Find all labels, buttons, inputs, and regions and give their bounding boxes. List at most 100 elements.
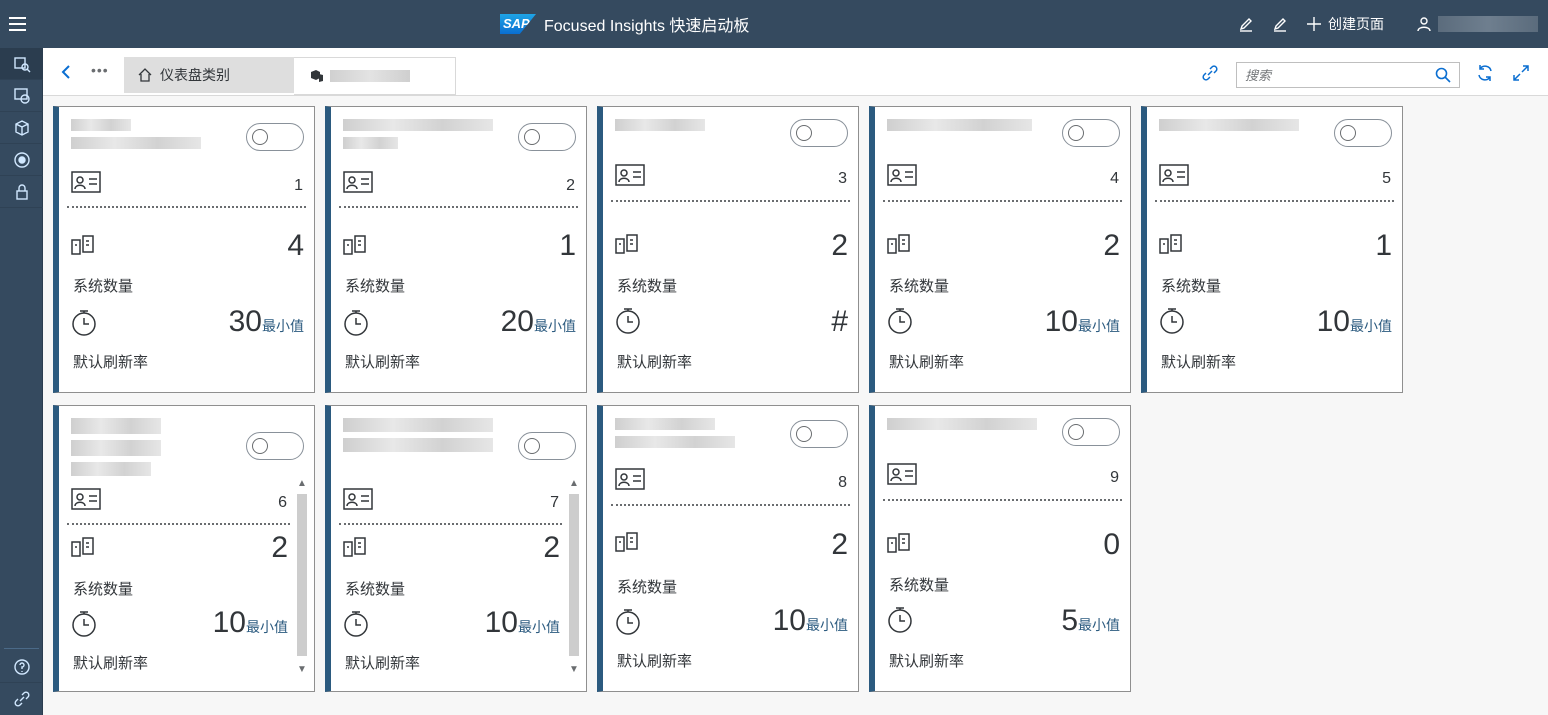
- scroll-thumb[interactable]: [569, 494, 579, 656]
- refresh-rate: 30最小值: [228, 305, 304, 338]
- refresh-rate-label: 默认刷新率: [73, 354, 149, 371]
- user-menu[interactable]: [1416, 16, 1538, 32]
- timer-icon: [343, 309, 369, 342]
- tile-name-redacted: [615, 119, 765, 155]
- app-title: Focused Insights 快速启动板: [544, 18, 750, 35]
- nav-help[interactable]: [0, 651, 43, 683]
- dashboard-tile[interactable]: 6 2 系统数量 10最小值 默认刷新率 ▲ ▼: [53, 405, 315, 692]
- dashboard-tile[interactable]: 3 2 系统数量 # 默认刷新率: [597, 106, 859, 393]
- scroll-up-icon[interactable]: ▲: [296, 478, 308, 490]
- tile-name-redacted: [887, 119, 1037, 155]
- system-count: 2: [831, 229, 848, 262]
- system-count-label: 系统数量: [73, 581, 134, 598]
- more-breadcrumbs-icon[interactable]: •••: [91, 62, 109, 78]
- nav-link[interactable]: [0, 683, 43, 715]
- systems-icon: [343, 235, 367, 262]
- tile-id: 3: [838, 170, 847, 187]
- system-count-label: 系统数量: [889, 278, 950, 295]
- dashboard-tile[interactable]: 1 4 系统数量 30最小值 默认刷新率: [53, 106, 315, 393]
- systems-icon: [887, 234, 911, 261]
- link-icon[interactable]: [1202, 64, 1218, 86]
- system-count: 2: [271, 531, 288, 564]
- nav-lock[interactable]: [0, 176, 43, 208]
- scroll-thumb[interactable]: [297, 494, 307, 656]
- left-navigation: [0, 48, 43, 715]
- favorite-toggle[interactable]: [790, 420, 848, 448]
- refresh-rate: 20最小值: [500, 305, 576, 338]
- nav-world[interactable]: [0, 80, 43, 112]
- id-card-icon: [887, 463, 917, 490]
- favorite-toggle[interactable]: [1062, 119, 1120, 147]
- timer-icon: [343, 610, 369, 643]
- divider: [611, 200, 850, 202]
- system-count-label: 系统数量: [1161, 278, 1222, 295]
- link-icon: [13, 691, 30, 707]
- tile-name-redacted: [615, 418, 765, 454]
- create-page-button[interactable]: 创建页面: [1306, 14, 1384, 34]
- user-icon: [1417, 17, 1431, 32]
- dashboard-tile[interactable]: 5 1 系统数量 10最小值 默认刷新率: [1141, 106, 1403, 393]
- tile-scrollbar[interactable]: ▲ ▼: [294, 478, 310, 676]
- help-icon: [13, 658, 30, 675]
- divider: [883, 499, 1122, 501]
- dashboard-tile[interactable]: 7 2 系统数量 10最小值 默认刷新率 ▲ ▼: [325, 405, 587, 692]
- favorite-toggle[interactable]: [1334, 119, 1392, 147]
- lock-icon: [15, 183, 28, 200]
- refresh-rate: 10最小值: [212, 606, 288, 639]
- dashboard-tile[interactable]: 9 0 系统数量 5最小值 默认刷新率: [869, 405, 1131, 692]
- scroll-down-icon[interactable]: ▼: [296, 664, 308, 676]
- divider: [67, 523, 290, 525]
- system-count: 2: [543, 531, 560, 564]
- scroll-up-icon[interactable]: ▲: [568, 478, 580, 490]
- tile-name-redacted: [1159, 119, 1309, 155]
- system-count: 2: [831, 528, 848, 561]
- systems-icon: [887, 533, 911, 560]
- create-page-label: 创建页面: [1328, 16, 1384, 32]
- nav-dashboards[interactable]: [0, 48, 43, 80]
- globe-screen-icon: [13, 87, 30, 104]
- edit-home-icon[interactable]: [1272, 16, 1288, 32]
- favorite-toggle[interactable]: [790, 119, 848, 147]
- search-icon[interactable]: [1435, 67, 1451, 83]
- refresh-rate-label: 默认刷新率: [73, 655, 149, 672]
- favorite-toggle[interactable]: [246, 123, 304, 151]
- dashboard-tile[interactable]: 2 1 系统数量 20最小值 默认刷新率: [325, 106, 587, 393]
- divider: [339, 206, 578, 208]
- menu-icon[interactable]: [6, 12, 30, 36]
- timer-icon: [71, 610, 97, 643]
- id-card-icon: [615, 164, 645, 191]
- favorite-toggle[interactable]: [1062, 418, 1120, 446]
- breadcrumb-current[interactable]: [294, 57, 456, 95]
- favorite-toggle[interactable]: [518, 123, 576, 151]
- nav-target[interactable]: [0, 144, 43, 176]
- fullscreen-icon[interactable]: [1512, 64, 1530, 87]
- edit-icon[interactable]: [1238, 16, 1254, 32]
- systems-icon: [615, 532, 639, 559]
- tile-id: 7: [550, 494, 559, 511]
- target-icon: [13, 151, 30, 168]
- redacted-text: [330, 70, 410, 82]
- tile-scrollbar[interactable]: ▲ ▼: [566, 478, 582, 676]
- id-card-icon: [343, 488, 373, 515]
- system-count-label: 系统数量: [617, 278, 678, 295]
- search-field[interactable]: [1236, 62, 1460, 88]
- nav-cube[interactable]: [0, 112, 43, 144]
- favorite-toggle[interactable]: [518, 432, 576, 460]
- dashboard-tile[interactable]: 8 2 系统数量 10最小值 默认刷新率: [597, 405, 859, 692]
- refresh-rate: 5最小值: [1061, 604, 1120, 637]
- refresh-rate: 10最小值: [1044, 305, 1120, 338]
- back-icon[interactable]: [59, 64, 73, 85]
- search-input[interactable]: [1245, 67, 1425, 83]
- system-count: 1: [1375, 229, 1392, 262]
- system-count: 1: [559, 229, 576, 262]
- dashboard-tile[interactable]: 4 2 系统数量 10最小值 默认刷新率: [869, 106, 1131, 393]
- systems-icon: [615, 234, 639, 261]
- cubes-icon: [311, 70, 323, 82]
- favorite-toggle[interactable]: [246, 432, 304, 460]
- scroll-down-icon[interactable]: ▼: [568, 664, 580, 676]
- refresh-rate-label: 默认刷新率: [345, 354, 421, 371]
- breadcrumb-home[interactable]: 仪表盘类别: [124, 57, 306, 93]
- refresh-icon[interactable]: [1476, 64, 1494, 87]
- tile-name-redacted: [887, 418, 1037, 454]
- tile-name-redacted: [71, 119, 221, 155]
